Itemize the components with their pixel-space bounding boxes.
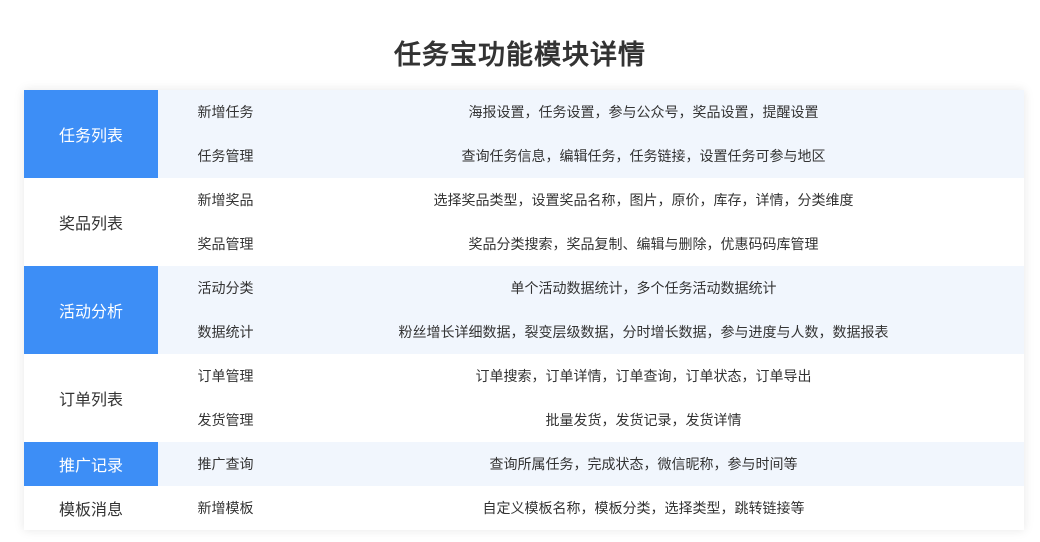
feature-rows: 订单管理 订单搜索，订单详情，订单查询，订单状态，订单导出 发货管理 批量发货，…: [158, 354, 1024, 442]
feature-description: 粉丝增长详细数据，裂变层级数据，分时增长数据，参与进度与人数，数据报表: [398, 325, 889, 341]
feature-rows: 新增任务 海报设置，任务设置，参与公众号，奖品设置，提醒设置 任务管理 查询任务…: [158, 90, 1024, 178]
table-row: 活动分类 单个活动数据统计，多个任务活动数据统计: [158, 266, 1024, 310]
module-table: 任务列表 新增任务 海报设置，任务设置，参与公众号，奖品设置，提醒设置 任务管理…: [24, 90, 1024, 530]
module-name: 推广记录: [24, 442, 158, 486]
feature-description: 批量发货，发货记录，发货详情: [545, 413, 742, 429]
table-row: 推广查询 查询所属任务，完成状态，微信昵称，参与时间等: [158, 442, 1024, 486]
module-name: 订单列表: [58, 390, 123, 409]
feature-description: 查询所属任务，完成状态，微信昵称，参与时间等: [489, 457, 798, 473]
module-name: 模板消息: [58, 500, 123, 519]
feature-name: 奖品管理: [197, 237, 254, 253]
feature-rows: 新增模板 自定义模板名称，模板分类，选择类型，跳转链接等: [158, 486, 1024, 530]
feature-name: 新增奖品: [197, 193, 254, 209]
feature-description: 自定义模板名称，模板分类，选择类型，跳转链接等: [482, 501, 805, 517]
table-row: 发货管理 批量发货，发货记录，发货详情: [158, 398, 1024, 442]
feature-name: 推广查询: [197, 457, 254, 473]
feature-name: 新增任务: [197, 105, 254, 121]
table-row: 新增奖品 选择奖品类型，设置奖品名称，图片，原价，库存，详情，分类维度: [158, 178, 1024, 222]
table-row: 订单管理 订单搜索，订单详情，订单查询，订单状态，订单导出: [158, 354, 1024, 398]
module-group-promotion-records: 推广记录 推广查询 查询所属任务，完成状态，微信昵称，参与时间等: [24, 442, 1024, 486]
feature-description: 订单搜索，订单详情，订单查询，订单状态，订单导出: [475, 369, 812, 385]
feature-name: 订单管理: [197, 369, 254, 385]
module-name: 任务列表: [24, 90, 158, 178]
feature-name: 活动分类: [197, 281, 254, 297]
table-row: 任务管理 查询任务信息，编辑任务，任务链接，设置任务可参与地区: [158, 134, 1024, 178]
feature-name: 任务管理: [197, 149, 254, 165]
module-group-prize-list: 奖品列表 新增奖品 选择奖品类型，设置奖品名称，图片，原价，库存，详情，分类维度…: [24, 178, 1024, 266]
table-row: 新增任务 海报设置，任务设置，参与公众号，奖品设置，提醒设置: [158, 90, 1024, 134]
feature-description: 奖品分类搜索，奖品复制、编辑与删除，优惠码码库管理: [468, 237, 819, 253]
feature-description: 选择奖品类型，设置奖品名称，图片，原价，库存，详情，分类维度: [433, 193, 854, 209]
module-group-activity-analysis: 活动分析 活动分类 单个活动数据统计，多个任务活动数据统计 数据统计 粉丝增长详…: [24, 266, 1024, 354]
module-group-order-list: 订单列表 订单管理 订单搜索，订单详情，订单查询，订单状态，订单导出 发货管理 …: [24, 354, 1024, 442]
module-name: 奖品列表: [58, 214, 123, 233]
feature-name: 发货管理: [197, 413, 254, 429]
feature-name: 新增模板: [197, 501, 254, 517]
feature-rows: 活动分类 单个活动数据统计，多个任务活动数据统计 数据统计 粉丝增长详细数据，裂…: [158, 266, 1024, 354]
table-row: 新增模板 自定义模板名称，模板分类，选择类型，跳转链接等: [158, 486, 1024, 530]
module-group-task-list: 任务列表 新增任务 海报设置，任务设置，参与公众号，奖品设置，提醒设置 任务管理…: [24, 90, 1024, 178]
table-row: 数据统计 粉丝增长详细数据，裂变层级数据，分时增长数据，参与进度与人数，数据报表: [158, 310, 1024, 354]
feature-description: 海报设置，任务设置，参与公众号，奖品设置，提醒设置: [468, 105, 819, 121]
table-row: 奖品管理 奖品分类搜索，奖品复制、编辑与删除，优惠码码库管理: [158, 222, 1024, 266]
module-group-template-messages: 模板消息 新增模板 自定义模板名称，模板分类，选择类型，跳转链接等: [24, 486, 1024, 530]
page-title: 任务宝功能模块详情: [394, 40, 646, 72]
feature-description: 单个活动数据统计，多个任务活动数据统计: [510, 281, 777, 297]
feature-name: 数据统计: [197, 325, 254, 341]
feature-rows: 新增奖品 选择奖品类型，设置奖品名称，图片，原价，库存，详情，分类维度 奖品管理…: [158, 178, 1024, 266]
feature-rows: 推广查询 查询所属任务，完成状态，微信昵称，参与时间等: [158, 442, 1024, 486]
feature-description: 查询任务信息，编辑任务，任务链接，设置任务可参与地区: [461, 149, 826, 165]
module-name: 活动分析: [24, 266, 158, 354]
